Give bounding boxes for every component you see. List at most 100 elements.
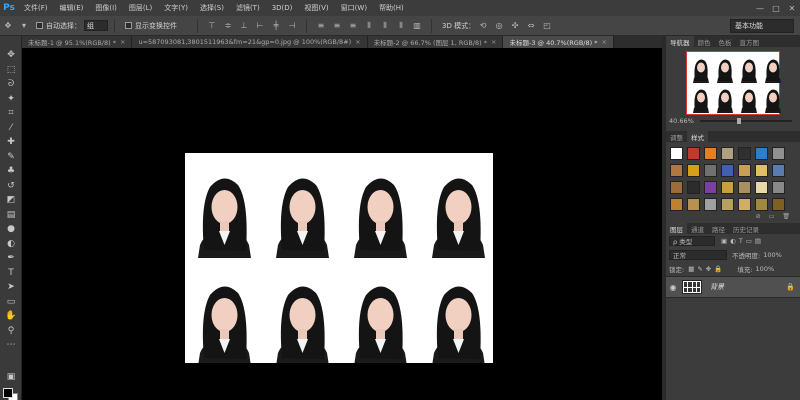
trash-icon[interactable]: 🗑 <box>782 213 790 221</box>
dodge-tool-icon[interactable]: ◐ <box>0 237 22 252</box>
show-transform-checkbox[interactable] <box>125 22 132 29</box>
slide-3d-icon[interactable]: ⇔ <box>524 19 538 33</box>
scale-3d-icon[interactable]: ◰ <box>540 19 554 33</box>
tab-layers[interactable]: 图层 <box>666 223 687 234</box>
tab-histogram[interactable]: 直方图 <box>736 36 764 47</box>
style-swatch[interactable] <box>670 198 683 211</box>
zoom-slider[interactable] <box>699 118 792 124</box>
auto-select-checkbox[interactable] <box>36 22 43 29</box>
menu-window[interactable]: 窗口(W) <box>335 3 373 13</box>
zoom-value[interactable]: 40.66% <box>669 117 694 125</box>
magic-wand-icon[interactable]: ✦ <box>0 92 22 107</box>
menu-help[interactable]: 帮助(H) <box>373 3 410 13</box>
style-swatch[interactable] <box>687 164 700 177</box>
style-swatch[interactable] <box>755 164 768 177</box>
distribute-vcenter-icon[interactable]: ≡ <box>330 19 344 33</box>
eraser-icon[interactable]: ◩ <box>0 193 22 208</box>
style-swatch[interactable] <box>755 147 768 160</box>
opacity-value[interactable]: 100% <box>763 251 782 259</box>
zoom-tool-icon[interactable]: ⚲ <box>0 324 22 339</box>
lasso-tool-icon[interactable]: ᘐ <box>0 77 22 92</box>
move-tool-icon[interactable]: ✥ <box>0 48 22 63</box>
blend-mode-dropdown[interactable]: 正常 <box>669 250 727 260</box>
align-right-icon[interactable]: ⊣ <box>285 19 299 33</box>
tab-history[interactable]: 历史记录 <box>729 223 763 234</box>
pen-tool-icon[interactable]: ✒ <box>0 251 22 266</box>
menu-select[interactable]: 选择(S) <box>194 3 230 13</box>
zoom-slider-handle[interactable] <box>736 118 741 124</box>
more-tools-icon[interactable]: ⋯ <box>0 338 22 353</box>
minimize-button[interactable]: — <box>752 0 768 16</box>
document-canvas[interactable] <box>185 153 493 363</box>
layer-row-background[interactable]: ◉ 背景 🔒 <box>666 276 800 298</box>
brush-tool-icon[interactable]: ✎ <box>0 150 22 165</box>
layer-filter-dropdown[interactable]: ρ 类型 <box>669 236 715 246</box>
style-swatch[interactable] <box>670 164 683 177</box>
style-swatch[interactable] <box>738 181 751 194</box>
align-hcenter-icon[interactable]: ╪ <box>269 19 283 33</box>
menu-3d[interactable]: 3D(D) <box>266 4 299 12</box>
style-swatch[interactable] <box>738 198 751 211</box>
align-top-icon[interactable]: ⊤ <box>205 19 219 33</box>
new-style-icon[interactable]: ▭ <box>769 213 775 221</box>
style-swatch[interactable] <box>721 198 734 211</box>
eye-icon[interactable]: ◉ <box>666 283 680 292</box>
history-brush-icon[interactable]: ↺ <box>0 179 22 194</box>
tab-adjustments[interactable]: 调整 <box>666 131 687 142</box>
close-icon[interactable]: × <box>120 38 125 46</box>
style-swatch[interactable] <box>704 198 717 211</box>
style-swatch[interactable] <box>738 164 751 177</box>
move-tool-icon[interactable]: ✥ <box>1 19 15 33</box>
style-swatch[interactable] <box>687 198 700 211</box>
drag-3d-icon[interactable]: ✣ <box>508 19 522 33</box>
navigator-preview[interactable] <box>686 51 781 115</box>
menu-layer[interactable]: 图层(L) <box>123 3 158 13</box>
style-swatch[interactable] <box>704 181 717 194</box>
foreground-color-swatch[interactable] <box>3 388 13 398</box>
roll-3d-icon[interactable]: ◎ <box>492 19 506 33</box>
menu-image[interactable]: 图像(I) <box>89 3 123 13</box>
filter-icons[interactable]: ▣◐T▭▤ <box>721 237 764 245</box>
style-swatch[interactable] <box>721 147 734 160</box>
canvas-area[interactable] <box>22 48 662 400</box>
style-swatch[interactable] <box>772 198 785 211</box>
quick-mask-icon[interactable]: ▣ <box>0 370 22 385</box>
style-swatch[interactable] <box>704 164 717 177</box>
style-swatch[interactable] <box>738 147 751 160</box>
fill-value[interactable]: 100% <box>756 265 775 273</box>
tab-color[interactable]: 颜色 <box>694 36 715 47</box>
distribute-top-icon[interactable]: ≡ <box>314 19 328 33</box>
style-swatch[interactable] <box>721 181 734 194</box>
menu-file[interactable]: 文件(F) <box>18 3 54 13</box>
maximize-button[interactable]: □ <box>768 0 784 16</box>
eyedropper-icon[interactable]: ⁄ <box>0 121 22 136</box>
menu-view[interactable]: 视图(V) <box>298 3 334 13</box>
style-swatch[interactable] <box>755 181 768 194</box>
tab-styles[interactable]: 样式 <box>687 131 708 142</box>
tab-swatches[interactable]: 色板 <box>715 36 736 47</box>
hand-tool-icon[interactable]: ✋ <box>0 309 22 324</box>
menu-edit[interactable]: 编辑(E) <box>54 3 90 13</box>
menu-type[interactable]: 文字(Y) <box>158 3 194 13</box>
style-swatch[interactable] <box>670 181 683 194</box>
auto-align-icon[interactable]: ▥ <box>410 19 424 33</box>
crop-tool-icon[interactable]: ⌗ <box>0 106 22 121</box>
tab-channels[interactable]: 通道 <box>687 223 708 234</box>
distribute-left-icon[interactable]: ⦀ <box>362 19 376 33</box>
close-icon[interactable]: × <box>491 38 496 46</box>
distribute-hcenter-icon[interactable]: ⦀ <box>378 19 392 33</box>
close-icon[interactable]: × <box>355 38 360 46</box>
style-swatch[interactable] <box>687 181 700 194</box>
tab-paths[interactable]: 路径 <box>708 223 729 234</box>
tab-navigator[interactable]: 导航器 <box>666 36 694 47</box>
align-bottom-icon[interactable]: ⊥ <box>237 19 251 33</box>
clear-style-icon[interactable]: ⊘ <box>756 213 761 221</box>
align-left-icon[interactable]: ⊢ <box>253 19 267 33</box>
style-swatch[interactable] <box>721 164 734 177</box>
menu-filter[interactable]: 滤镜(T) <box>230 3 266 13</box>
tab-document-1[interactable]: 未标题-1 @ 95.1%(RGB/8) * × <box>22 36 133 48</box>
type-tool-icon[interactable]: T <box>0 266 22 281</box>
distribute-bottom-icon[interactable]: ≡ <box>346 19 360 33</box>
tab-document-4[interactable]: 未标题-3 @ 40.7%(RGB/8) * × <box>503 36 614 48</box>
marquee-tool-icon[interactable]: ⬚ <box>0 63 22 78</box>
